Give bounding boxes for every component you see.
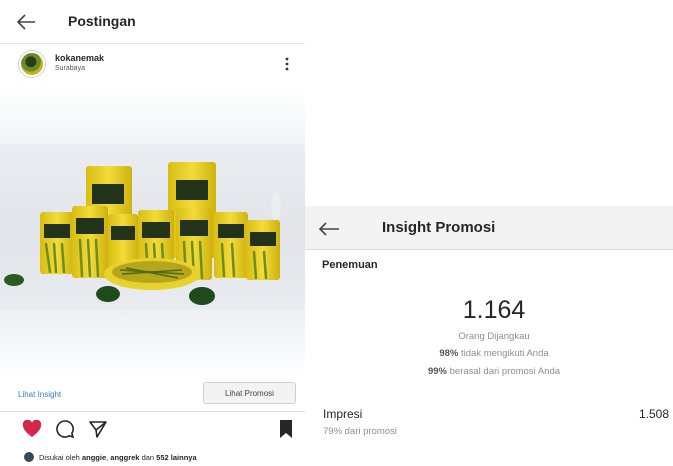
promotion-text: berasal dari promosi Anda <box>447 366 561 377</box>
likes-text: Disukai oleh anggie, anggrek dan 552 lai… <box>39 453 197 462</box>
section-title: Penemuan <box>322 259 378 271</box>
liker-username-1[interactable]: anggie <box>82 453 106 462</box>
back-arrow-icon[interactable] <box>16 13 36 31</box>
page-title: Postingan <box>68 13 136 29</box>
post-header: Postingan <box>0 0 305 44</box>
likes-conjunction: dan <box>139 453 157 462</box>
likes-prefix: Disukai oleh <box>39 453 82 462</box>
insight-panel: Insight Promosi Penemuan 1.164 Orang Dij… <box>305 0 673 466</box>
post-image[interactable] <box>0 84 305 376</box>
action-row <box>0 416 305 446</box>
non-follower-text: tidak mengikuti Anda <box>458 348 549 359</box>
avatar[interactable] <box>19 51 45 77</box>
insight-bar: Lihat Insight Lihat Promosi <box>0 376 305 412</box>
likes-others-count[interactable]: 552 lainnya <box>156 453 196 462</box>
view-insight-link[interactable]: Lihat Insight <box>18 390 61 399</box>
impressions-label: Impresi <box>323 407 363 421</box>
view-promotion-button[interactable]: Lihat Promosi <box>203 382 296 404</box>
liker-username-2[interactable]: anggrek <box>110 453 139 462</box>
back-arrow-icon[interactable] <box>318 221 340 237</box>
heart-icon[interactable] <box>22 420 42 438</box>
author-row: kokanemak Surabaya <box>0 46 305 82</box>
location[interactable]: Surabaya <box>55 65 85 72</box>
share-icon[interactable] <box>88 419 108 439</box>
impressions-value: 1.508 <box>638 407 669 421</box>
non-follower-stat: 98% tidak mengikuti Anda <box>305 348 673 359</box>
promotion-source-stat: 99% berasal dari promosi Anda <box>305 366 673 377</box>
reach-value: 1.164 <box>462 296 526 324</box>
liker-avatar <box>24 452 34 462</box>
username[interactable]: kokanemak <box>55 53 104 63</box>
insight-header: Insight Promosi <box>305 206 673 250</box>
comment-icon[interactable] <box>55 419 75 439</box>
insight-title: Insight Promosi <box>382 219 496 236</box>
promotion-percent: 99% <box>427 366 447 377</box>
non-follower-percent: 98% <box>439 348 459 359</box>
product-photo <box>0 84 305 376</box>
reach-label: Orang Dijangkau <box>458 331 530 342</box>
more-vertical-icon[interactable] <box>285 56 289 72</box>
bookmark-icon[interactable] <box>278 419 294 439</box>
post-panel: Postingan kokanemak Surabaya Lihat Insig… <box>0 0 305 466</box>
likes-row: Disukai oleh anggie, anggrek dan 552 lai… <box>0 449 305 466</box>
impressions-subtext: 79% dari promosi <box>323 426 397 437</box>
